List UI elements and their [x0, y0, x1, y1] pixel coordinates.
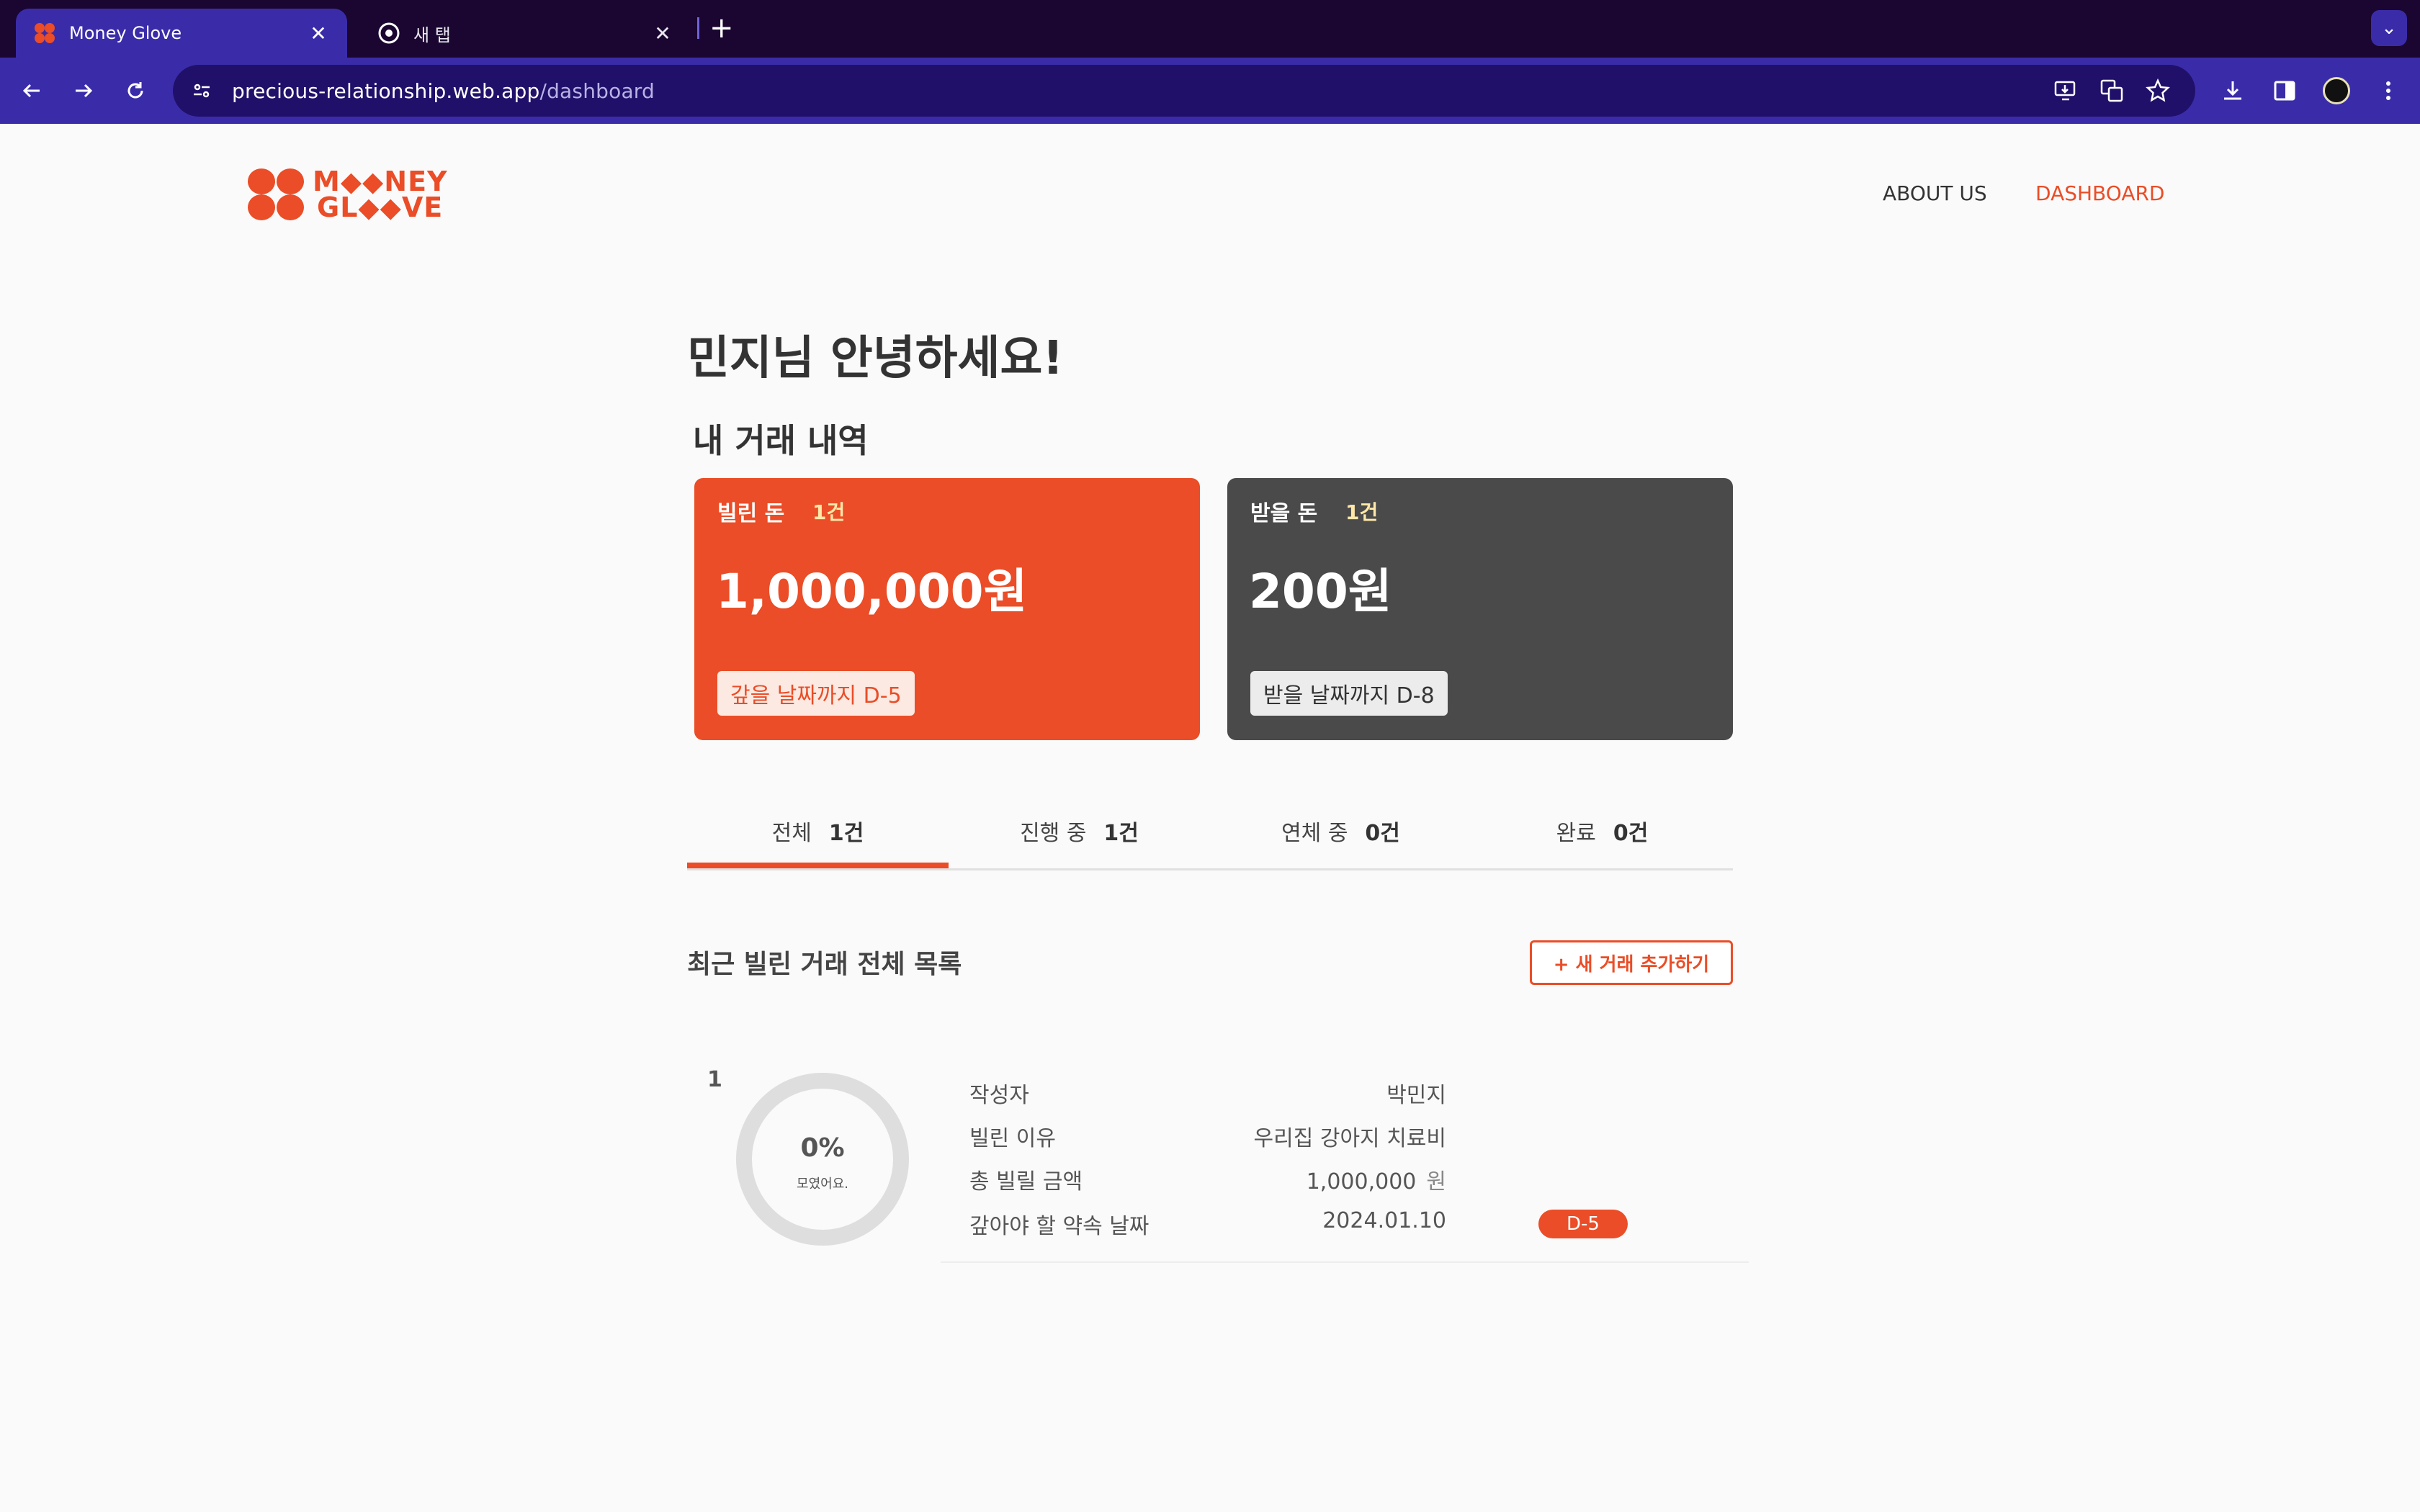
tab-all[interactable]: 전체 1건 [687, 815, 949, 868]
browser-tab-new-tab[interactable]: 새 탭 ✕ [360, 9, 691, 58]
close-tab-icon[interactable]: ✕ [651, 22, 674, 45]
nav-dashboard[interactable]: DASHBOARD [2035, 181, 2164, 205]
reload-icon[interactable] [118, 73, 153, 108]
kebab-menu-icon[interactable] [2371, 73, 2406, 108]
borrowed-money-card[interactable]: 빌린 돈 1건 1,000,000원 갚을 날짜까지 D-5 [694, 478, 1200, 740]
card-count: 1건 [812, 500, 846, 524]
amount-value: 1,000,000 [1306, 1169, 1417, 1194]
logo-wordmark: M◆◆NEY GL◆◆VE [313, 166, 448, 223]
progress-caption: 모였어요. [797, 1176, 848, 1192]
back-arrow-icon[interactable] [14, 73, 49, 108]
tab-count: 0건 [1365, 821, 1400, 846]
card-count: 1건 [1345, 500, 1379, 524]
card-amount: 1,000,000원 [716, 564, 1028, 619]
detail-value: 우리집 강아지 치료비 [1253, 1126, 1446, 1151]
due-dday-badge: 갚을 날짜까지 D-5 [717, 671, 915, 716]
tab-label: 전체 [771, 821, 812, 846]
detail-value: 박민지 [1386, 1083, 1446, 1108]
address-bar[interactable]: precious-relationship.web.app/dashboard [173, 65, 2195, 117]
browser-tab-bar: Money Glove ✕ 새 탭 ✕ + ⌄ [0, 0, 2420, 58]
url-text: precious-relationship.web.app/dashboard [232, 79, 655, 103]
tab-count: 1건 [1103, 821, 1139, 846]
new-tab-plus-icon[interactable]: + [709, 12, 734, 45]
greeting-title: 민지님 안녕하세요! [687, 332, 1064, 385]
card-label: 받을 돈 [1250, 501, 1318, 526]
url-path: /dashboard [539, 78, 655, 103]
translate-icon[interactable] [2096, 75, 2128, 107]
list-item-index: 1 [707, 1067, 722, 1092]
detail-label: 빌린 이유 [969, 1126, 1056, 1151]
status-filter-tabs: 전체 1건 진행 중 1건 연체 중 0건 완료 0건 [687, 806, 1733, 870]
tab-separator [697, 17, 699, 39]
detail-label: 총 빌릴 금액 [969, 1169, 1083, 1194]
add-new-transaction-button[interactable]: + 새 거래 추가하기 [1530, 940, 1733, 985]
tab-label: 연체 중 [1281, 821, 1348, 846]
chrome-icon [377, 22, 400, 45]
tab-search-chevron-icon[interactable]: ⌄ [2371, 10, 2407, 46]
money-glove-favicon-icon [33, 22, 56, 45]
clover-logo-icon [248, 168, 304, 220]
tab-title: Money Glove [69, 23, 182, 43]
transactions-section-title: 내 거래 내역 [693, 421, 869, 460]
card-label: 빌린 돈 [717, 501, 785, 526]
close-tab-icon[interactable]: ✕ [307, 22, 330, 45]
url-host: precious-relationship.web.app [232, 78, 540, 103]
tab-count: 1건 [828, 821, 864, 846]
bookmark-star-icon[interactable] [2142, 75, 2174, 107]
receivable-money-card[interactable]: 받을 돈 1건 200원 받을 날짜까지 D-8 [1227, 478, 1733, 740]
browser-tab-money-glove[interactable]: Money Glove ✕ [16, 9, 347, 58]
money-glove-logo[interactable]: M◆◆NEY GL◆◆VE [248, 166, 448, 223]
tab-overdue[interactable]: 연체 중 0건 [1210, 815, 1471, 847]
tab-count: 0건 [1613, 821, 1649, 846]
logo-line-1: M◆◆NEY [313, 166, 448, 197]
logo-line-2: GL◆◆VE [317, 192, 444, 223]
nav-about-us[interactable]: ABOUT US [1883, 181, 1987, 205]
list-item-divider [941, 1261, 1749, 1263]
tab-completed[interactable]: 완료 0건 [1471, 815, 1733, 847]
tab-title: 새 탭 [413, 24, 451, 45]
site-settings-icon[interactable] [186, 75, 218, 107]
detail-value: 1,000,000 원 [1307, 1164, 1446, 1195]
recent-borrowed-list-title: 최근 빌린 거래 전체 목록 [687, 950, 962, 979]
amount-unit: 원 [1426, 1169, 1446, 1194]
download-icon[interactable] [2215, 73, 2250, 108]
dday-badge: D-5 [1538, 1210, 1628, 1238]
install-app-icon[interactable] [2050, 75, 2081, 107]
card-amount: 200원 [1249, 564, 1392, 619]
tab-in-progress[interactable]: 진행 중 1건 [949, 815, 1210, 847]
detail-value: 2024.01.10 [1322, 1208, 1446, 1233]
progress-ring: 0% 모였어요. [736, 1073, 909, 1246]
forward-arrow-icon[interactable] [66, 73, 101, 108]
detail-label: 갚아야 할 약속 날짜 [969, 1214, 1150, 1239]
detail-label: 작성자 [969, 1083, 1029, 1108]
profile-avatar-icon[interactable] [2319, 73, 2354, 108]
tab-label: 진행 중 [1020, 821, 1087, 846]
browser-toolbar: precious-relationship.web.app/dashboard [0, 58, 2420, 124]
due-dday-badge: 받을 날짜까지 D-8 [1250, 671, 1448, 716]
tab-label: 완료 [1556, 821, 1596, 846]
side-panel-icon[interactable] [2267, 73, 2302, 108]
progress-percent: 0% [800, 1133, 845, 1163]
